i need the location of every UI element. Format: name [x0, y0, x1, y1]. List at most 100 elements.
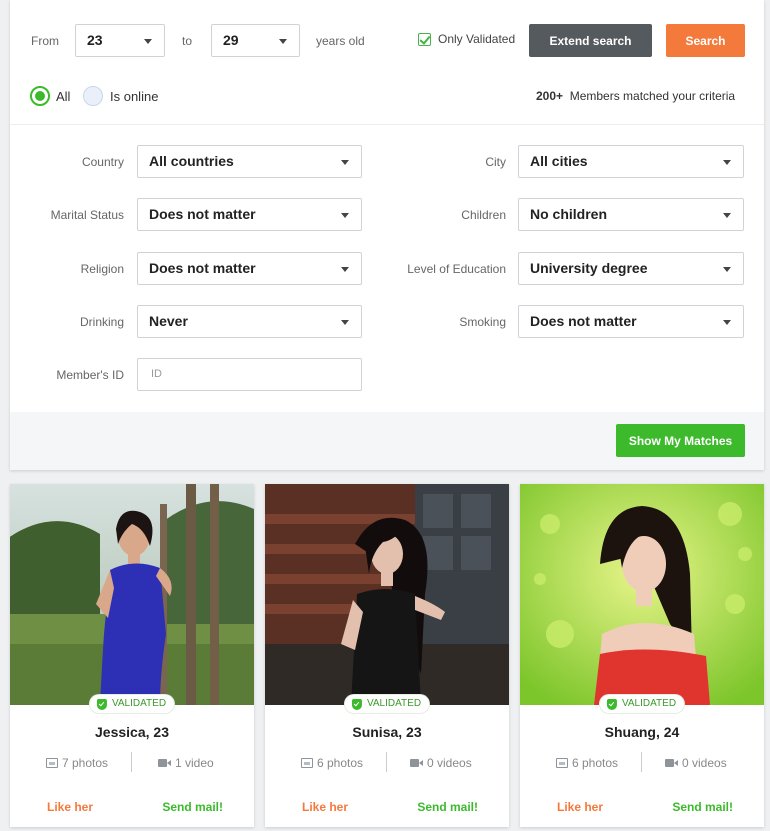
- video-count[interactable]: 1 video: [158, 756, 214, 770]
- chevron-down-icon: [341, 213, 349, 218]
- divider: [641, 752, 642, 772]
- children-value: No children: [530, 206, 608, 222]
- profile-card[interactable]: VALIDATED Sunisa, 23 6 photos 0 videos L…: [265, 484, 509, 827]
- smoking-label: Smoking: [459, 315, 506, 329]
- marital-status-select[interactable]: Does not matter: [137, 198, 362, 231]
- drinking-value: Never: [149, 313, 188, 329]
- photos-icon: [556, 758, 568, 768]
- photos-icon: [46, 758, 58, 768]
- marital-status-label: Marital Status: [50, 208, 124, 222]
- extend-search-button[interactable]: Extend search: [529, 24, 652, 57]
- city-value: All cities: [530, 153, 588, 169]
- radio-is-online-label: Is online: [110, 89, 159, 104]
- divider: [386, 752, 387, 772]
- like-her-link[interactable]: Like her: [302, 800, 348, 814]
- validated-badge-text: VALIDATED: [621, 698, 677, 709]
- photo-count[interactable]: 6 photos: [556, 756, 618, 770]
- age-to-value: 29: [223, 32, 239, 48]
- send-mail-link[interactable]: Send mail!: [162, 800, 223, 814]
- radio-is-online[interactable]: [83, 86, 103, 106]
- video-camera-icon: [665, 759, 678, 767]
- profile-photo[interactable]: [520, 484, 764, 705]
- video-camera-icon: [158, 759, 171, 767]
- match-count: 200+: [536, 89, 564, 103]
- chevron-down-icon: [341, 320, 349, 325]
- chevron-down-icon: [723, 213, 731, 218]
- send-mail-link[interactable]: Send mail!: [417, 800, 478, 814]
- video-count-text: 1 video: [175, 756, 214, 770]
- profile-card[interactable]: VALIDATED Shuang, 24 6 photos 0 videos L…: [520, 484, 764, 827]
- validated-badge: VALIDATED: [89, 695, 175, 713]
- profile-name[interactable]: Jessica, 23: [10, 724, 254, 740]
- drinking-select[interactable]: Never: [137, 305, 362, 338]
- children-select[interactable]: No children: [518, 198, 744, 231]
- match-count-summary: 200+ Members matched your criteria: [536, 89, 735, 103]
- photo-count[interactable]: 6 photos: [301, 756, 363, 770]
- chevron-down-icon: [341, 267, 349, 272]
- profile-name[interactable]: Shuang, 24: [520, 724, 764, 740]
- to-label: to: [182, 34, 193, 48]
- education-select[interactable]: University degree: [518, 252, 744, 285]
- drinking-label: Drinking: [79, 315, 124, 329]
- photos-icon: [301, 758, 313, 768]
- send-mail-link[interactable]: Send mail!: [672, 800, 733, 814]
- profile-card[interactable]: VALIDATED Jessica, 23 7 photos 1 video L…: [10, 484, 254, 827]
- divider: [131, 752, 132, 772]
- smoking-value: Does not matter: [530, 313, 637, 329]
- years-old-label: years old: [316, 34, 365, 48]
- chevron-down-icon: [341, 160, 349, 165]
- photo-count[interactable]: 7 photos: [46, 756, 108, 770]
- chevron-down-icon: [723, 320, 731, 325]
- city-label: City: [485, 155, 506, 169]
- only-validated-checkbox[interactable]: [418, 33, 431, 46]
- chevron-down-icon: [723, 160, 731, 165]
- religion-label: Religion: [80, 262, 124, 276]
- like-her-link[interactable]: Like her: [557, 800, 603, 814]
- age-from-value: 23: [87, 32, 103, 48]
- shield-check-icon: [606, 699, 617, 710]
- shield-check-icon: [96, 699, 107, 710]
- match-text: Members matched your criteria: [569, 89, 736, 103]
- member-id-label: Member's ID: [56, 368, 124, 382]
- country-value: All countries: [149, 153, 234, 169]
- chevron-down-icon: [279, 39, 287, 44]
- video-count-text: 0 videos: [427, 756, 472, 770]
- age-from-select[interactable]: 23: [75, 24, 165, 57]
- photo-count-text: 7 photos: [62, 756, 109, 770]
- smoking-select[interactable]: Does not matter: [518, 305, 744, 338]
- education-label: Level of Education: [407, 262, 506, 276]
- age-to-select[interactable]: 29: [211, 24, 300, 57]
- chevron-down-icon: [723, 267, 731, 272]
- radio-all-label: All: [56, 89, 71, 104]
- from-label: From: [31, 34, 59, 48]
- chevron-down-icon: [144, 39, 152, 44]
- religion-select[interactable]: Does not matter: [137, 252, 362, 285]
- profile-photo[interactable]: [265, 484, 509, 705]
- validated-badge-text: VALIDATED: [111, 698, 167, 709]
- video-camera-icon: [410, 759, 423, 767]
- marital-status-value: Does not matter: [149, 206, 256, 222]
- search-panel: From 23 to 29 years old Only Validated E…: [10, 0, 764, 470]
- search-button[interactable]: Search: [666, 24, 745, 57]
- video-count-text: 0 videos: [682, 756, 727, 770]
- education-value: University degree: [530, 260, 648, 276]
- photo-count-text: 6 photos: [317, 756, 364, 770]
- country-select[interactable]: All countries: [137, 145, 362, 178]
- children-label: Children: [461, 208, 506, 222]
- radio-all[interactable]: [30, 86, 50, 106]
- validated-badge: VALIDATED: [599, 695, 685, 713]
- like-her-link[interactable]: Like her: [47, 800, 93, 814]
- show-my-matches-button[interactable]: Show My Matches: [616, 424, 745, 457]
- validated-badge: VALIDATED: [344, 695, 430, 713]
- validated-badge-text: VALIDATED: [366, 698, 422, 709]
- member-id-input[interactable]: ID: [137, 358, 362, 391]
- shield-check-icon: [351, 699, 362, 710]
- religion-value: Does not matter: [149, 260, 256, 276]
- profile-photo[interactable]: [10, 484, 254, 705]
- city-select[interactable]: All cities: [518, 145, 744, 178]
- only-validated-label: Only Validated: [438, 32, 516, 46]
- video-count[interactable]: 0 videos: [410, 756, 472, 770]
- photo-count-text: 6 photos: [572, 756, 619, 770]
- video-count[interactable]: 0 videos: [665, 756, 727, 770]
- profile-name[interactable]: Sunisa, 23: [265, 724, 509, 740]
